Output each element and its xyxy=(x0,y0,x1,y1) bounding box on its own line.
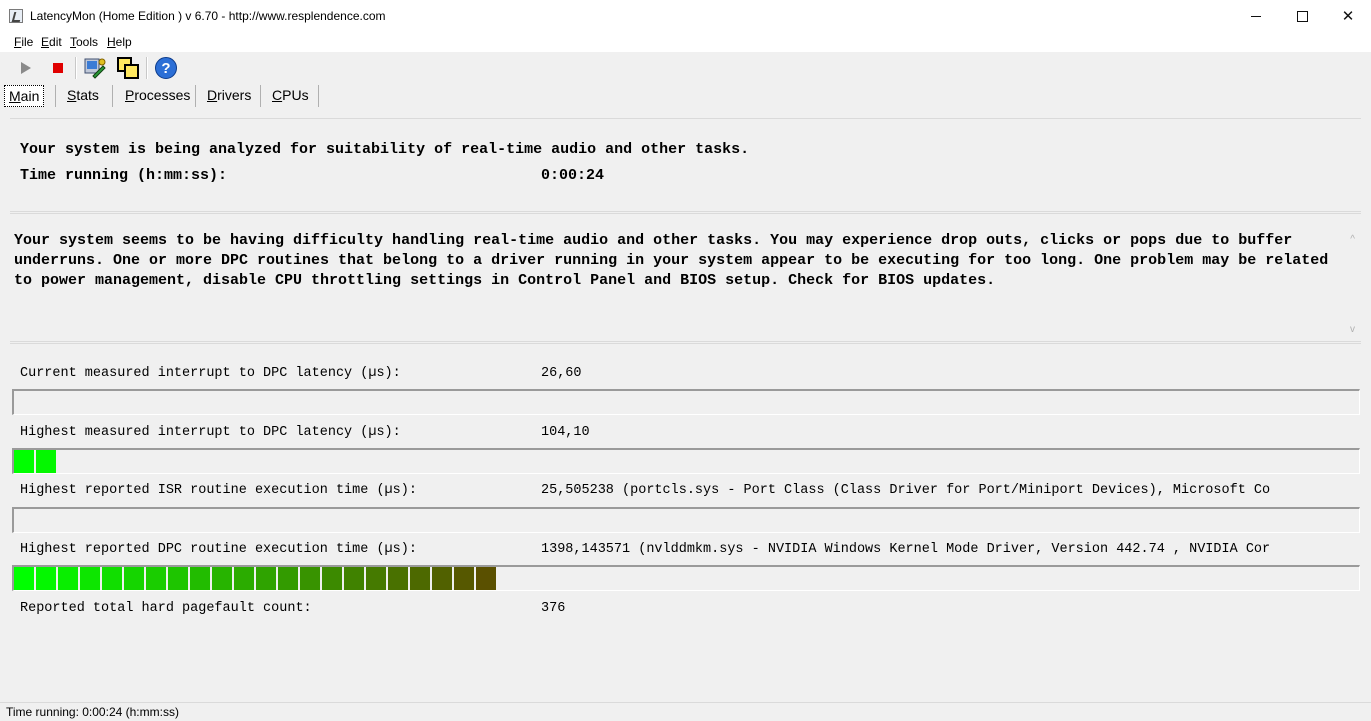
help-glyph: ? xyxy=(161,60,170,77)
start-monitoring-button[interactable] xyxy=(14,56,38,80)
hard-pagefault-count-label: Reported total hard pagefault count: xyxy=(20,601,312,616)
tab-strip: Main Stats Processes Drivers CPUs xyxy=(0,83,1371,108)
bar-segment xyxy=(58,567,78,590)
bar-segment xyxy=(278,567,298,590)
bar-segment xyxy=(36,450,56,473)
bar-segment xyxy=(190,567,210,590)
analysis-message: Your system is being analyzed for suitab… xyxy=(20,141,750,158)
bar-segment xyxy=(388,567,408,590)
analysis-panel: Your system is being analyzed for suitab… xyxy=(10,118,1361,212)
menu-edit[interactable]: Edit xyxy=(41,35,62,49)
scroll-down-icon[interactable]: v xyxy=(1350,324,1355,335)
current-dpc-latency-value: 26,60 xyxy=(541,366,582,381)
play-icon xyxy=(21,62,31,74)
highest-dpc-latency-bar xyxy=(12,448,1360,474)
highest-isr-time-label: Highest reported ISR routine execution t… xyxy=(20,483,417,498)
highest-isr-time-value: 25,505238 (portcls.sys - Port Class (Cla… xyxy=(541,483,1271,498)
tab-divider xyxy=(318,85,319,107)
bar-segment xyxy=(14,567,34,590)
bar-segment xyxy=(432,567,452,590)
highest-dpc-time-label: Highest reported DPC routine execution t… xyxy=(20,542,417,557)
bar-segment xyxy=(344,567,364,590)
status-bar: Time running: 0:00:24 (h:mm:ss) xyxy=(0,702,1371,721)
highest-dpc-latency-label: Highest measured interrupt to DPC latenc… xyxy=(20,425,401,440)
bar-segment xyxy=(36,567,56,590)
tab-divider xyxy=(112,85,113,107)
bar-segment xyxy=(234,567,254,590)
tab-divider xyxy=(260,85,261,107)
tab-cpus[interactable]: CPUs xyxy=(268,85,313,105)
bar-segment xyxy=(80,567,100,590)
tab-drivers[interactable]: Drivers xyxy=(203,85,255,105)
menu-file[interactable]: File xyxy=(14,35,33,49)
tab-processes[interactable]: Processes xyxy=(121,85,194,105)
verdict-text: Your system seems to be having difficult… xyxy=(14,232,1329,289)
menu-tools[interactable]: Tools xyxy=(70,35,98,49)
time-running-label: Time running (h:mm:ss): xyxy=(20,167,228,184)
help-icon: ? xyxy=(155,57,177,79)
highest-dpc-time-bar xyxy=(12,565,1360,591)
bar-segment xyxy=(14,450,34,473)
tab-stats[interactable]: Stats xyxy=(63,85,103,105)
copy-windows-icon xyxy=(117,57,139,79)
title-bar: LatencyMon (Home Edition ) v 6.70 - http… xyxy=(0,0,1371,33)
toolbar-separator xyxy=(146,57,148,79)
copy-windows-button[interactable] xyxy=(116,56,140,80)
bar-segment xyxy=(366,567,386,590)
highest-dpc-time-value: 1398,143571 (nvlddmkm.sys - NVIDIA Windo… xyxy=(541,542,1271,557)
window-title: LatencyMon (Home Edition ) v 6.70 - http… xyxy=(30,9,386,23)
scroll-up-icon[interactable]: ^ xyxy=(1350,234,1355,245)
menu-bar: File Edit Tools Help xyxy=(0,33,1371,52)
toolbar-separator xyxy=(75,57,77,79)
minimize-button[interactable] xyxy=(1233,0,1279,32)
bar-segment xyxy=(146,567,166,590)
hard-pagefault-count-value: 376 xyxy=(541,601,566,616)
bar-segment xyxy=(300,567,320,590)
status-text: Time running: 0:00:24 (h:mm:ss) xyxy=(6,705,179,719)
bar-segment xyxy=(124,567,144,590)
bar-segment xyxy=(168,567,188,590)
menu-help[interactable]: Help xyxy=(107,35,132,49)
stats-panel: Current measured interrupt to DPC latenc… xyxy=(10,343,1361,634)
maximize-icon xyxy=(1296,10,1308,22)
bar-segment xyxy=(454,567,474,590)
bar-segment xyxy=(256,567,276,590)
tab-main[interactable]: Main xyxy=(4,85,45,107)
bar-segment xyxy=(322,567,342,590)
tab-divider xyxy=(195,85,196,107)
bar-segment xyxy=(476,567,496,590)
time-running-value: 0:00:24 xyxy=(541,167,605,184)
tab-divider xyxy=(55,85,56,107)
bar-segment xyxy=(212,567,232,590)
highest-isr-time-bar xyxy=(12,507,1360,533)
driver-tool-icon xyxy=(84,58,106,79)
driver-tool-button[interactable] xyxy=(83,56,107,80)
maximize-button[interactable] xyxy=(1279,0,1325,32)
stop-monitoring-button[interactable] xyxy=(46,56,70,80)
stop-icon xyxy=(53,63,63,73)
current-dpc-latency-bar xyxy=(12,389,1360,415)
close-button[interactable]: ✕ xyxy=(1325,0,1371,32)
bar-segment xyxy=(102,567,122,590)
minimize-icon xyxy=(1251,15,1261,17)
highest-dpc-latency-value: 104,10 xyxy=(541,425,590,440)
verdict-panel: Your system seems to be having difficult… xyxy=(10,213,1361,342)
close-icon: ✕ xyxy=(1341,8,1355,25)
toolbar: ? xyxy=(0,53,1371,82)
current-dpc-latency-label: Current measured interrupt to DPC latenc… xyxy=(20,366,401,381)
latencymon-app-icon xyxy=(9,9,23,23)
bar-segment xyxy=(410,567,430,590)
help-button[interactable]: ? xyxy=(154,56,178,80)
